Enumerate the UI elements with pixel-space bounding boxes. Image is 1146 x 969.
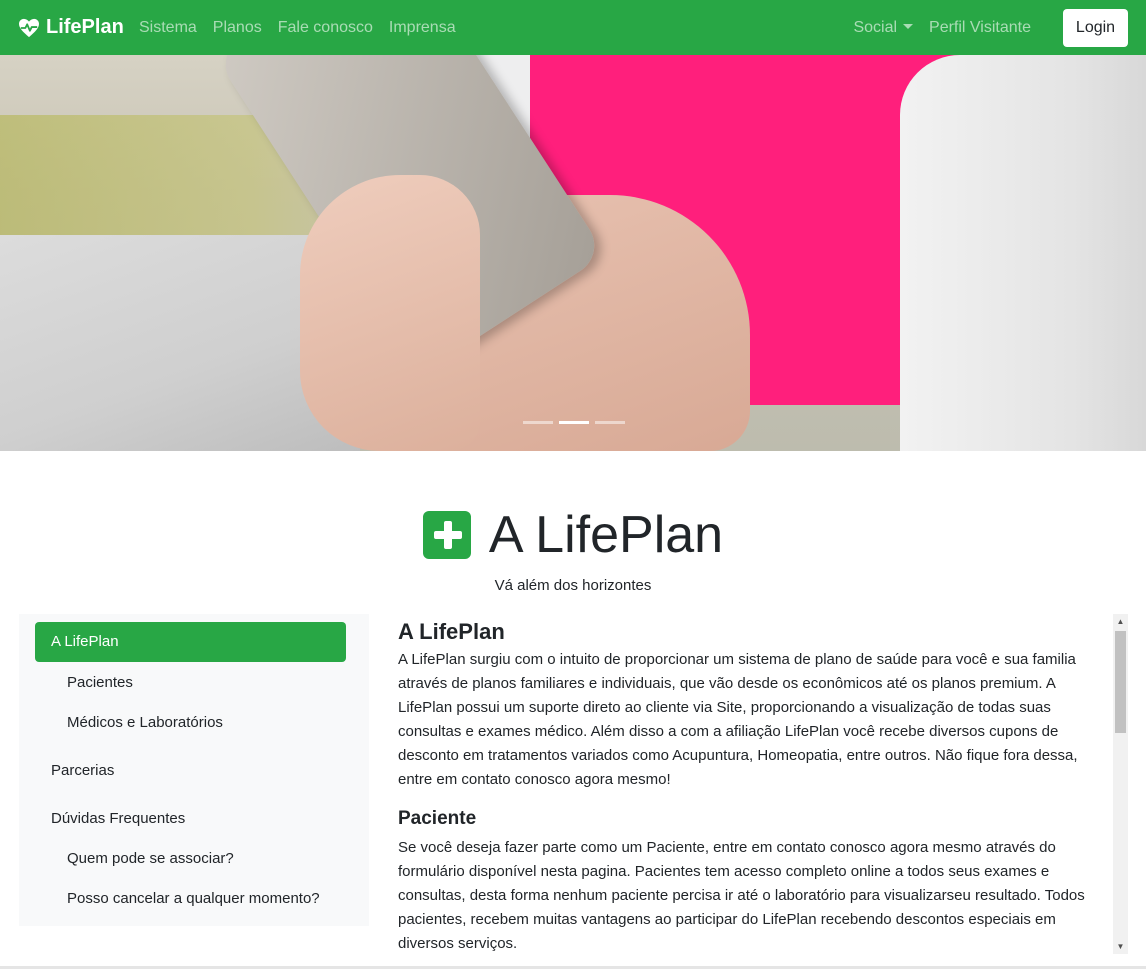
nav-link-fale-conosco[interactable]: Fale conosco xyxy=(278,19,373,37)
section-title-paciente: Paciente xyxy=(398,808,477,829)
carousel-indicator-1[interactable] xyxy=(523,421,553,424)
caret-down-icon xyxy=(903,23,914,29)
sidebar-item-quem-pode[interactable]: Quem pode se associar? xyxy=(67,850,234,867)
page-subtitle: Vá além dos horizontes xyxy=(494,577,652,594)
carousel-indicator-3[interactable] xyxy=(595,421,625,424)
page-title: A LifePlan xyxy=(488,506,724,564)
sidebar-item-duvidas[interactable]: Dúvidas Frequentes xyxy=(51,810,185,827)
social-label: Social xyxy=(853,18,898,36)
navbar: LifePlan Sistema Planos Fale conosco Imp… xyxy=(0,0,1146,55)
carousel-image-jacket-right xyxy=(900,55,1146,451)
carousel-indicator-2[interactable] xyxy=(559,421,589,424)
nav-link-imprensa[interactable]: Imprensa xyxy=(389,19,456,37)
login-button[interactable]: Login xyxy=(1063,8,1128,47)
section-text-lifeplan: A LifePlan surgiu com o intuito de propo… xyxy=(398,651,1078,788)
sidebar-item-a-lifeplan[interactable]: A LifePlan xyxy=(35,622,346,662)
content-panel: A LifePlan A LifePlan surgiu com o intui… xyxy=(398,614,1110,954)
content-scrollbar[interactable]: ▲ ▼ xyxy=(1113,614,1128,954)
nav-links: Sistema Planos Fale conosco Imprensa xyxy=(139,0,472,55)
scroll-down-icon[interactable]: ▼ xyxy=(1113,939,1128,954)
scrollbar-thumb[interactable] xyxy=(1115,631,1126,733)
nav-right: Social Perfil Visitante Login xyxy=(837,0,1128,55)
sidebar-item-cancelar[interactable]: Posso cancelar a qualquer momento? xyxy=(67,890,320,907)
nav-link-planos[interactable]: Planos xyxy=(213,19,262,37)
hero-carousel[interactable] xyxy=(0,55,1146,451)
heart-pulse-icon xyxy=(19,18,39,37)
sidebar-item-pacientes[interactable]: Pacientes xyxy=(67,674,133,691)
medical-plus-icon xyxy=(422,511,471,559)
section-title-lifeplan: A LifePlan xyxy=(398,619,505,644)
sidebar-nav: A LifePlan Pacientes Médicos e Laboratór… xyxy=(19,614,369,926)
sidebar-item-parcerias[interactable]: Parcerias xyxy=(51,762,114,779)
nav-link-sistema[interactable]: Sistema xyxy=(139,19,197,37)
section-heading: A LifePlan xyxy=(0,505,1146,565)
brand-name: LifePlan xyxy=(46,16,124,38)
scroll-up-icon[interactable]: ▲ xyxy=(1113,614,1128,629)
brand-link[interactable]: LifePlan xyxy=(18,0,124,55)
carousel-indicators xyxy=(523,421,631,424)
profile-link[interactable]: Perfil Visitante xyxy=(929,19,1031,37)
carousel-image-hand-front xyxy=(300,175,480,451)
sidebar-item-medicos-laboratorios[interactable]: Médicos e Laboratórios xyxy=(67,714,223,731)
section-text-paciente: Se você deseja fazer parte como um Pacie… xyxy=(398,839,1085,952)
social-dropdown[interactable]: Social xyxy=(853,18,914,37)
